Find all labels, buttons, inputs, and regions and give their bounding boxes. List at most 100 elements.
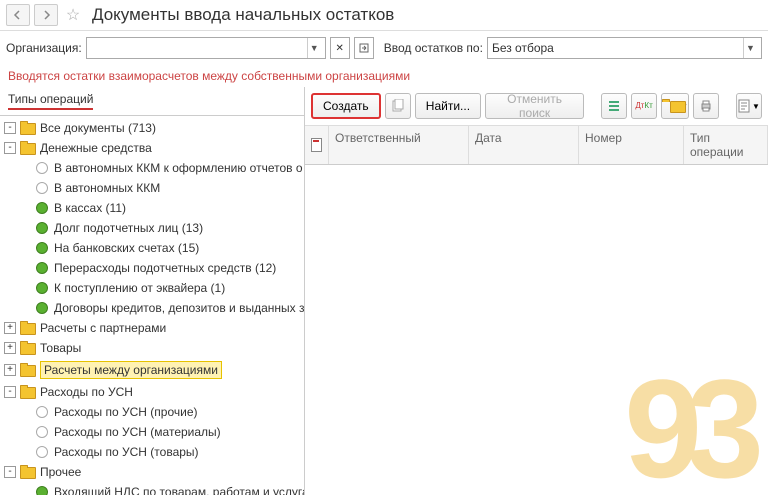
tree-item[interactable]: Расходы по УСН (товары): [0, 442, 304, 462]
expander-icon[interactable]: +: [4, 322, 16, 334]
table-body: 93: [305, 165, 768, 495]
col-date[interactable]: Дата: [469, 126, 579, 164]
tree-item-label: В автономных ККМ: [54, 181, 160, 195]
folder-icon: [20, 321, 36, 335]
tree-item[interactable]: Расходы по УСН (материалы): [0, 422, 304, 442]
tree-header: Типы операций: [0, 87, 304, 116]
tree-item[interactable]: - Денежные средства: [0, 138, 304, 158]
chevron-down-icon[interactable]: ▼: [307, 38, 321, 58]
chevron-down-icon[interactable]: ▼: [743, 38, 757, 58]
status-green-icon: [36, 242, 48, 254]
status-green-icon: [36, 222, 48, 234]
favorite-icon[interactable]: ☆: [62, 4, 84, 26]
folder-icon: [20, 363, 36, 377]
tree-item-label: Входящий НДС по товарам, работам и услуг…: [54, 485, 304, 495]
folder-icon: [20, 465, 36, 479]
balance-input[interactable]: Без отбора ▼: [487, 37, 762, 59]
expander-icon[interactable]: -: [4, 466, 16, 478]
table-header: Ответственный Дата Номер Тип операции: [305, 126, 768, 165]
tree-item-label: В автономных ККМ к оформлению отчетов о …: [54, 161, 304, 175]
find-button[interactable]: Найти...: [415, 93, 481, 119]
tree-item[interactable]: Договоры кредитов, депозитов и выданных …: [0, 298, 304, 318]
watermark: 93: [624, 373, 748, 485]
tree-item-label: Прочее: [40, 465, 81, 479]
col-number[interactable]: Номер: [579, 126, 684, 164]
expander-icon[interactable]: +: [4, 342, 16, 354]
tree-item-label: К поступлению от эквайера (1): [54, 281, 225, 295]
toolbar: Создать Найти... Отменить поиск ДтКт ▼ ▼: [305, 87, 768, 126]
folder-menu-button[interactable]: ▼: [661, 93, 689, 119]
org-input[interactable]: ▼: [86, 37, 326, 59]
status-green-icon: [36, 302, 48, 314]
tree-item[interactable]: - Прочее: [0, 462, 304, 482]
folder-icon: [20, 385, 36, 399]
folder-icon: [20, 141, 36, 155]
tree-body: - Все документы (713) - Денежные средства В …: [0, 116, 304, 495]
tree-item[interactable]: + Расчеты между организациями: [0, 358, 304, 382]
tree-item-label: В кассах (11): [54, 201, 126, 215]
tree-item[interactable]: В кассах (11): [0, 198, 304, 218]
tree-item[interactable]: К поступлению от эквайера (1): [0, 278, 304, 298]
tree-item[interactable]: Долг подотчетных лиц (13): [0, 218, 304, 238]
print-button[interactable]: [693, 93, 719, 119]
status-green-icon: [36, 202, 48, 214]
back-button[interactable]: [6, 4, 30, 26]
document-icon: [311, 138, 322, 152]
tree-item-label: Расчеты между организациями: [40, 361, 222, 379]
tree-item-label: Договоры кредитов, депозитов и выданных …: [54, 301, 304, 315]
col-op-type[interactable]: Тип операции: [684, 126, 768, 164]
col-responsible[interactable]: Ответственный: [329, 126, 469, 164]
tree-item[interactable]: + Товары: [0, 338, 304, 358]
page-title: Документы ввода начальных остатков: [92, 5, 394, 25]
tree-item-label: Долг подотчетных лиц (13): [54, 221, 203, 235]
tree-item-label: Перерасходы подотчетных средств (12): [54, 261, 276, 275]
tree-item-label: Товары: [40, 341, 81, 355]
tree-item-label: Расчеты с партнерами: [40, 321, 166, 335]
folder-icon: [20, 121, 36, 135]
status-green-icon: [36, 282, 48, 294]
tree-item[interactable]: На банковских счетах (15): [0, 238, 304, 258]
tree-item-label: Расходы по УСН (прочие): [54, 405, 198, 419]
org-label: Организация:: [6, 41, 82, 55]
status-empty-icon: [36, 162, 48, 174]
expander-icon[interactable]: +: [4, 364, 16, 376]
create-button[interactable]: Создать: [311, 93, 381, 119]
tree-item-label: Расходы по УСН (материалы): [54, 425, 221, 439]
report-menu-button[interactable]: ▼: [736, 93, 762, 119]
tree-item[interactable]: + Расчеты с партнерами: [0, 318, 304, 338]
cancel-find-button[interactable]: Отменить поиск: [485, 93, 584, 119]
tree-item[interactable]: В автономных ККМ к оформлению отчетов о …: [0, 158, 304, 178]
tree-item-label: На банковских счетах (15): [54, 241, 199, 255]
folder-icon: [20, 341, 36, 355]
tree-item-label: Расходы по УСН: [40, 385, 133, 399]
tree-item[interactable]: Перерасходы подотчетных средств (12): [0, 258, 304, 278]
status-empty-icon: [36, 426, 48, 438]
tree-panel: Типы операций - Все документы (713) - Денеж…: [0, 87, 305, 495]
list-button[interactable]: [601, 93, 627, 119]
copy-button[interactable]: [385, 93, 411, 119]
balance-label: Ввод остатков по:: [384, 41, 483, 55]
expander-icon[interactable]: -: [4, 142, 16, 154]
status-green-icon: [36, 262, 48, 274]
col-icon[interactable]: [305, 126, 329, 164]
tree-item-label: Расходы по УСН (товары): [54, 445, 199, 459]
status-empty-icon: [36, 406, 48, 418]
tree-item[interactable]: Входящий НДС по товарам, работам и услуг…: [0, 482, 304, 495]
status-empty-icon: [36, 446, 48, 458]
dtkt-button[interactable]: ДтКт: [631, 93, 657, 119]
tree-item[interactable]: Расходы по УСН (прочие): [0, 402, 304, 422]
status-empty-icon: [36, 182, 48, 194]
expander-icon[interactable]: -: [4, 386, 16, 398]
tree-item[interactable]: - Все документы (713): [0, 118, 304, 138]
expander-icon[interactable]: -: [4, 122, 16, 134]
notice-text: Вводятся остатки взаиморасчетов между со…: [0, 65, 768, 87]
right-panel: Создать Найти... Отменить поиск ДтКт ▼ ▼…: [305, 87, 768, 495]
tree-item-label: Денежные средства: [40, 141, 152, 155]
open-org-button[interactable]: [354, 37, 374, 59]
tree-item[interactable]: - Расходы по УСН: [0, 382, 304, 402]
tree-item-label: Все документы (713): [40, 121, 156, 135]
tree-item[interactable]: В автономных ККМ: [0, 178, 304, 198]
status-green-icon: [36, 486, 48, 495]
clear-org-button[interactable]: ✕: [330, 37, 350, 59]
forward-button[interactable]: [34, 4, 58, 26]
